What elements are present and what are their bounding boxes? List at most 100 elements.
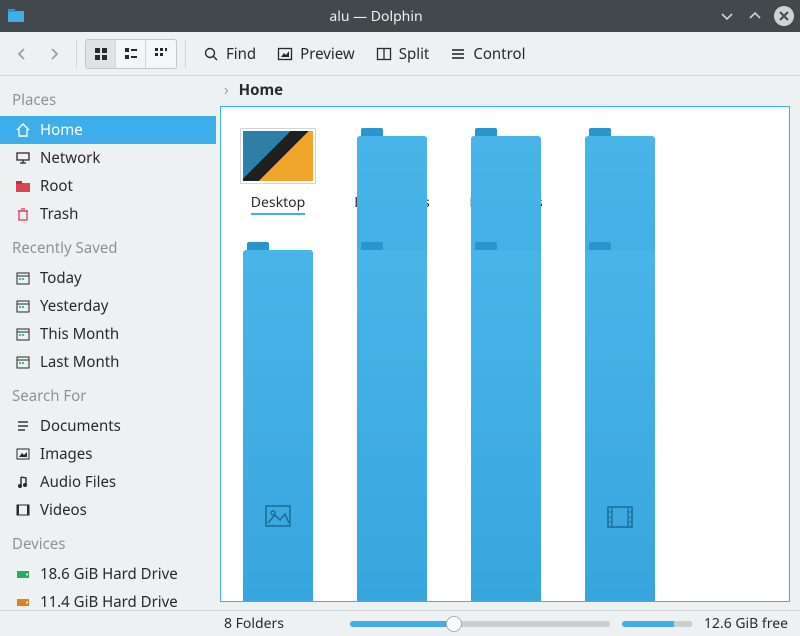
sidebar-item-last-month[interactable]: Last Month — [0, 348, 216, 376]
sidebar-item-label: Today — [40, 268, 82, 288]
free-space: 12.6 GiB free — [704, 614, 788, 633]
folder-icon — [468, 125, 544, 187]
search-icon — [202, 45, 220, 63]
sidebar-item-drive2[interactable]: 11.4 GiB Hard Drive — [0, 588, 216, 610]
preview-label: Preview — [300, 44, 355, 64]
separator — [185, 40, 186, 68]
sidebar-item-images[interactable]: Images — [0, 440, 216, 468]
sidebar-item-label: Root — [40, 176, 73, 196]
back-button[interactable] — [8, 40, 36, 68]
sidebar-item-label: Trash — [40, 204, 78, 224]
split-label: Split — [399, 44, 430, 64]
item-count: 8 Folders — [224, 614, 284, 633]
sidebar-item-label: This Month — [40, 324, 119, 344]
sidebar-item-this-month[interactable]: This Month — [0, 320, 216, 348]
sidebar-item-videos[interactable]: Videos — [0, 496, 216, 524]
calendar-icon — [14, 269, 32, 287]
separator — [76, 40, 77, 68]
entry-desktop[interactable]: Desktop — [231, 125, 325, 215]
folder-red-icon — [14, 177, 32, 195]
sidebar-item-label: 18.6 GiB Hard Drive — [40, 564, 178, 584]
sidebar-item-today[interactable]: Today — [0, 264, 216, 292]
desktop-thumbnail — [240, 125, 316, 187]
statusbar: 8 Folders 12.6 GiB free — [0, 610, 800, 636]
zoom-slider[interactable] — [350, 621, 610, 627]
sidebar-item-trash[interactable]: Trash — [0, 200, 216, 228]
breadcrumb[interactable]: › Home — [216, 76, 800, 104]
sidebar-group-header: Places — [0, 80, 216, 116]
disk-usage-bar — [622, 621, 692, 627]
folder-icon — [582, 125, 658, 187]
sidebar-item-label: Images — [40, 444, 92, 464]
entry-downloads[interactable]: Downloads — [459, 125, 553, 215]
preview-button[interactable]: Preview — [268, 40, 363, 68]
entry-music[interactable]: Music — [573, 125, 667, 215]
entry-label: Desktop — [251, 193, 305, 215]
audio-icon — [14, 473, 32, 491]
entry-templates[interactable]: Templates — [459, 239, 553, 326]
view-mode-group — [85, 39, 177, 69]
sidebar-item-documents[interactable]: Documents — [0, 412, 216, 440]
calendar-icon — [14, 325, 32, 343]
breadcrumb-current: Home — [239, 80, 283, 100]
view-icons-button[interactable] — [86, 40, 116, 68]
doc-icon — [14, 417, 32, 435]
close-button[interactable] — [774, 6, 794, 26]
entry-videos-f[interactable]: Videos — [573, 239, 667, 326]
titlebar: alu — Dolphin — [0, 0, 800, 32]
video-icon — [14, 501, 32, 519]
minimize-button[interactable] — [718, 7, 736, 25]
home-icon — [14, 121, 32, 139]
item-grid: Desktop DocumentsDownloadsMusic PicturesPu… — [231, 125, 779, 326]
sidebar-item-network[interactable]: Network — [0, 144, 216, 172]
sidebar-item-drive1[interactable]: 18.6 GiB Hard Drive — [0, 560, 216, 588]
sidebar-item-home[interactable]: Home — [0, 116, 216, 144]
control-label: Control — [473, 44, 525, 64]
entry-documents[interactable]: Documents — [345, 125, 439, 215]
sidebar-item-label: Home — [40, 120, 83, 140]
sidebar-item-label: Yesterday — [40, 296, 108, 316]
drive-orange-icon — [14, 593, 32, 610]
sidebar-item-label: Documents — [40, 416, 121, 436]
view-compact-button[interactable] — [116, 40, 146, 68]
sidebar-item-label: Network — [40, 148, 100, 168]
sidebar-item-label: Videos — [40, 500, 87, 520]
network-icon — [14, 149, 32, 167]
calendar-icon — [14, 353, 32, 371]
toolbar: Find Preview Split Control — [0, 32, 800, 76]
sidebar-item-label: 11.4 GiB Hard Drive — [40, 592, 178, 610]
trash-icon — [14, 205, 32, 223]
split-button[interactable]: Split — [367, 40, 438, 68]
sidebar-item-root[interactable]: Root — [0, 172, 216, 200]
sidebar-item-yesterday[interactable]: Yesterday — [0, 292, 216, 320]
image-icon — [14, 445, 32, 463]
sidebar-group-header: Recently Saved — [0, 228, 216, 264]
folder-icon — [240, 239, 316, 301]
sidebar-item-audio[interactable]: Audio Files — [0, 468, 216, 496]
sidebar-group-header: Search For — [0, 376, 216, 412]
folder-icon — [354, 125, 430, 187]
breadcrumb-separator: › — [224, 80, 229, 100]
folder-icon — [468, 239, 544, 301]
drive-green-icon — [14, 565, 32, 583]
folder-icon — [354, 239, 430, 301]
sidebar: Places Home Network Root Trash Recently Saved… — [0, 76, 216, 610]
app-icon — [6, 6, 26, 26]
preview-icon — [276, 45, 294, 63]
control-button[interactable]: Control — [441, 40, 533, 68]
find-button[interactable]: Find — [194, 40, 264, 68]
entry-public[interactable]: Public — [345, 239, 439, 326]
sidebar-item-label: Last Month — [40, 352, 119, 372]
menu-icon — [449, 45, 467, 63]
maximize-button[interactable] — [746, 7, 764, 25]
main-panel: › Home Desktop DocumentsDownloadsMusic Pic… — [216, 76, 800, 610]
content-area[interactable]: Desktop DocumentsDownloadsMusic PicturesPu… — [220, 106, 790, 602]
forward-button[interactable] — [40, 40, 68, 68]
sidebar-group-header: Devices — [0, 524, 216, 560]
folder-icon — [582, 239, 658, 301]
split-icon — [375, 45, 393, 63]
window-controls — [718, 6, 794, 26]
entry-pictures[interactable]: Pictures — [231, 239, 325, 326]
find-label: Find — [226, 44, 256, 64]
view-details-button[interactable] — [146, 40, 176, 68]
